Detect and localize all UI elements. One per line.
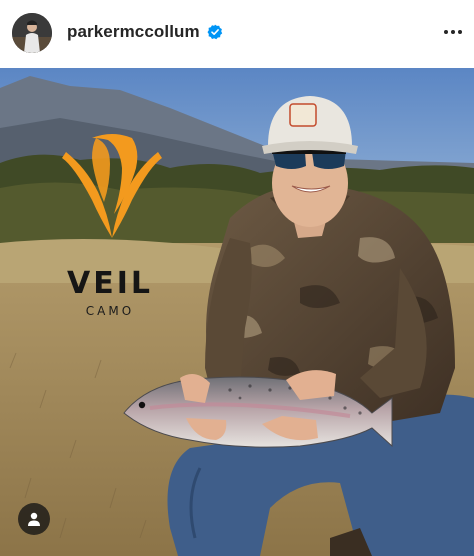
profile-avatar[interactable] xyxy=(12,13,52,53)
post-header: parkermccollum xyxy=(0,0,474,68)
username-row[interactable]: parkermccollum xyxy=(67,22,223,42)
brand-subtitle: CAMO xyxy=(85,304,135,318)
person-tag-icon xyxy=(28,512,40,526)
tagged-people-button[interactable] xyxy=(18,503,50,535)
verified-badge-icon xyxy=(207,24,222,40)
veil-camo-logo-icon xyxy=(62,134,162,238)
more-options-icon[interactable] xyxy=(438,18,468,46)
avatar-image xyxy=(12,13,52,53)
post-photo[interactable]: VEIL CAMO xyxy=(0,68,474,556)
username[interactable]: parkermccollum xyxy=(67,22,200,42)
brand-name: VEIL xyxy=(67,266,153,301)
